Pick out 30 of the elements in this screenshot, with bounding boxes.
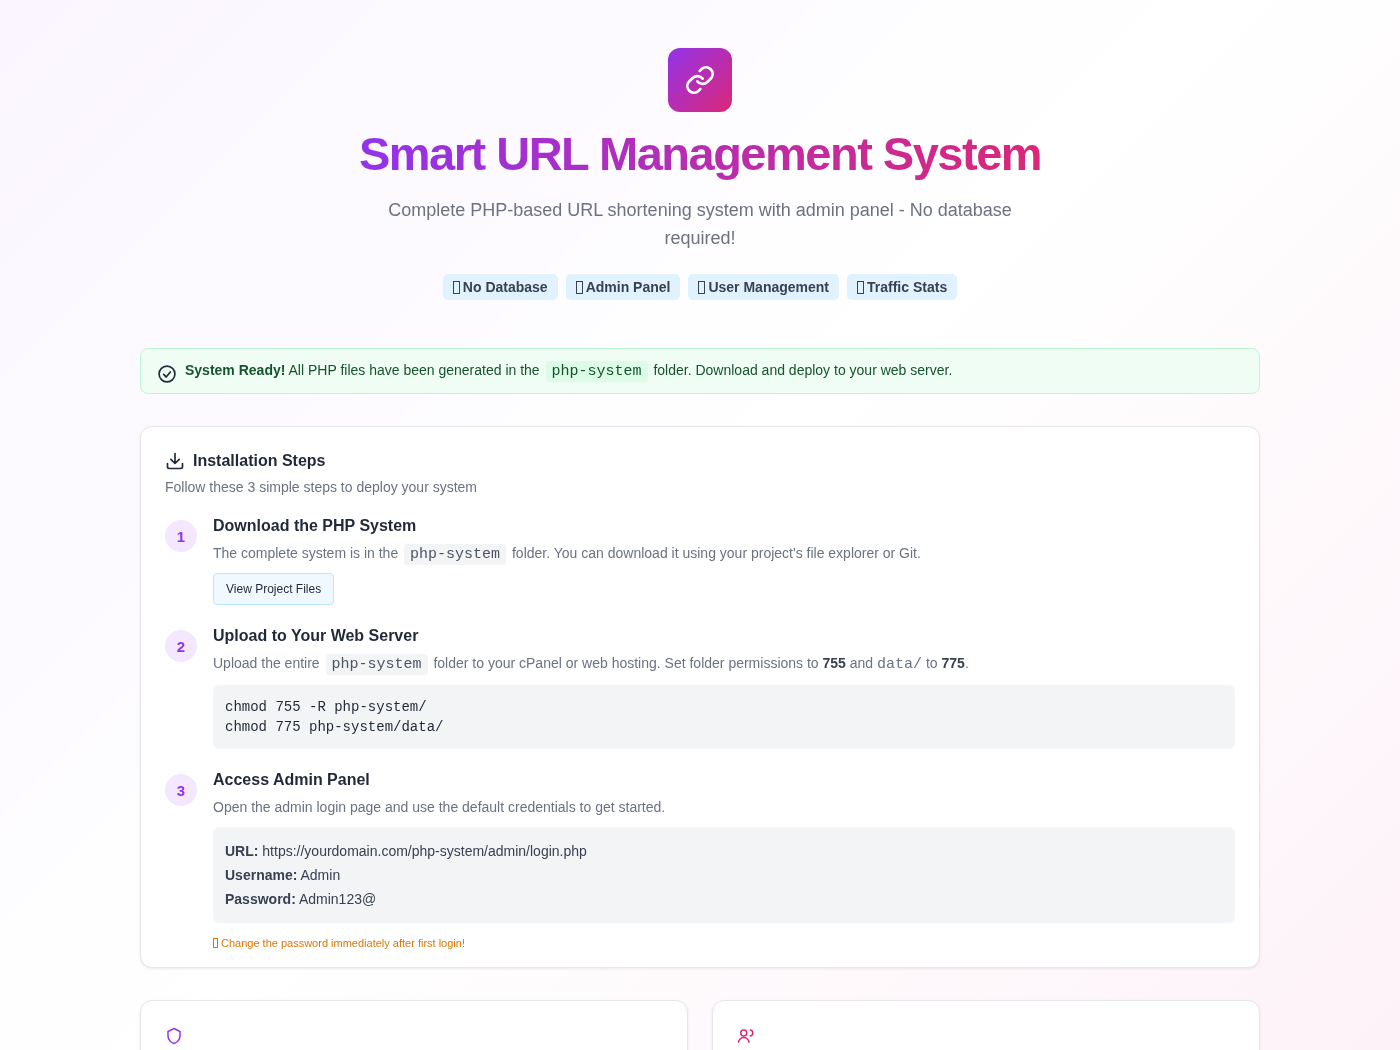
feature-badge: Traffic Stats	[847, 274, 958, 301]
step-description: Open the admin login page and use the default credentials to get started.	[213, 799, 667, 816]
link-logo-icon	[668, 48, 732, 112]
check-circle-icon	[157, 364, 177, 385]
step-number: 3	[165, 774, 197, 807]
shield-icon	[165, 1027, 183, 1046]
feature-badge: No Database	[442, 274, 558, 301]
credential-line: URL: https://yourdomain.com/php-system/admin/login.php	[225, 842, 588, 862]
download-icon	[165, 451, 185, 472]
page-subtitle: Complete PHP-based URL shortening system with admin panel - No database required!	[387, 199, 1013, 251]
view-files-button[interactable]: View Project Files	[213, 573, 335, 606]
code-line: chmod 755 -R php-system/	[225, 698, 428, 718]
step-title: Upload to Your Web Server	[213, 627, 420, 646]
step-description: Upload the entire php-system folder to your cPanel or web hosting. Set folder permissions to 755 and data/ to 775.	[213, 655, 970, 674]
step-number: 2	[165, 630, 197, 663]
code-line: chmod 775 php-system/data/	[225, 718, 445, 738]
step-description: The complete system is in the php-system folder. You can download it using your project's file explorer or Git.	[213, 545, 922, 564]
alert-message: System Ready! All PHP files have been generated in the php-system folder. Download and deploy to your web server.	[185, 362, 953, 381]
card-description: Follow these 3 simple steps to deploy your system	[165, 479, 479, 496]
card-title: Installation Steps	[193, 452, 326, 471]
feature-badge: Admin Panel	[565, 274, 681, 301]
warning-text: Change the password immediately after first login!	[221, 937, 465, 950]
step-title: Access Admin Panel	[213, 771, 371, 790]
credential-line: Username: Admin	[225, 866, 342, 886]
credential-line: Password: Admin123@	[225, 890, 378, 910]
users-icon	[737, 1027, 755, 1046]
step-number: 1	[165, 520, 197, 553]
missing-glyph-icon	[213, 938, 218, 949]
feature-badge: User Management	[688, 274, 840, 301]
step-title: Download the PHP System	[213, 517, 418, 536]
